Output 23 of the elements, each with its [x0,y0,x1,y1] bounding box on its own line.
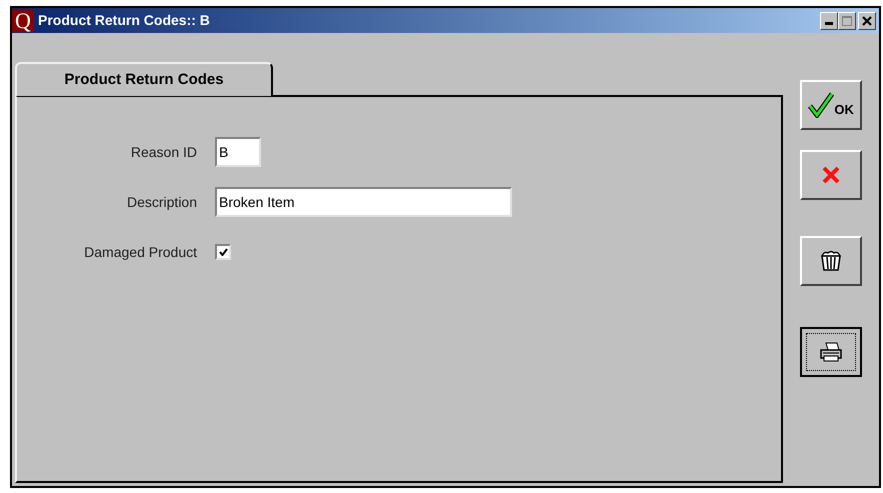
field-label: Description [126,192,197,212]
printer-icon [819,342,844,362]
print-button[interactable] [800,327,862,377]
tab[interactable]: Product Return Codes [15,62,273,96]
text-field[interactable]: Broken Item [215,187,512,217]
ok-button[interactable]: OK [800,80,862,130]
maximize-icon [842,16,852,26]
close-button[interactable] [858,12,876,30]
trash-bin-icon [819,250,844,272]
checkmark-icon [218,248,228,256]
check-icon [808,92,834,118]
text-field[interactable]: B [215,137,261,167]
app-logo: Q [12,10,34,32]
maximize-button[interactable] [838,12,856,30]
cancel-button[interactable] [800,150,862,200]
delete-button[interactable] [800,236,862,286]
field-label: Damaged Product [83,242,197,262]
window-title: Product Return Codes:: B [38,11,210,30]
field-label: Reason ID [130,142,197,162]
close-icon [862,16,872,26]
close-icon [822,166,840,184]
checkbox[interactable] [215,244,231,260]
minimize-button[interactable] [820,12,838,30]
